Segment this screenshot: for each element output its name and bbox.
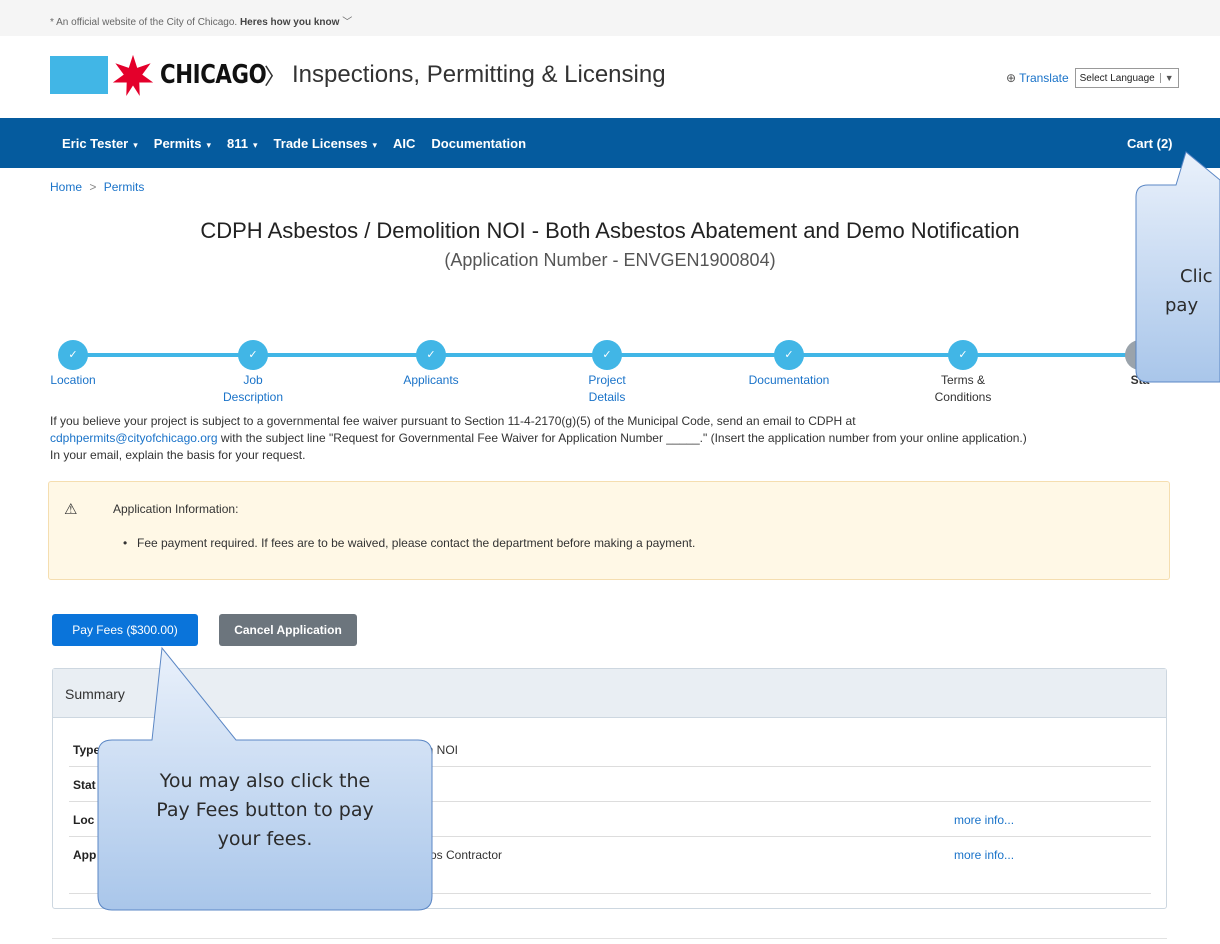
step-location[interactable]: ✓ Location	[13, 340, 133, 389]
nav-item-aic[interactable]: AIC	[393, 136, 415, 151]
official-banner: * An official website of the City of Chi…	[0, 0, 1220, 36]
nav-item-811[interactable]: 811 ▾	[227, 136, 258, 151]
page-title: CDPH Asbestos / Demolition NOI - Both As…	[200, 218, 1020, 243]
summary-panel: Summary Type tion NOI Stat Loc more info…	[52, 668, 1167, 909]
nav-item-trade-licenses[interactable]: Trade Licenses ▾	[274, 136, 377, 151]
breadcrumb-permits[interactable]: Permits	[104, 180, 145, 194]
alert-item: Fee payment required. If fees are to be …	[123, 536, 695, 550]
step-status[interactable]: Sta	[1080, 340, 1200, 389]
alert-title: Application Information:	[113, 502, 239, 516]
step-project-details[interactable]: ✓ Project Details	[547, 340, 667, 406]
how-you-know-link[interactable]: Heres how you know	[240, 17, 339, 28]
brand-separator: 〉	[264, 64, 287, 89]
application-number: (Application Number - ENVGEN1900804)	[444, 250, 776, 270]
cancel-application-button[interactable]: Cancel Application	[219, 614, 357, 646]
step-documentation[interactable]: ✓ Documentation	[729, 340, 849, 389]
check-icon: ✓	[238, 340, 268, 370]
pay-fees-button[interactable]: Pay Fees ($300.00)	[52, 614, 198, 646]
nav-item-user[interactable]: Eric Tester ▾	[62, 136, 138, 151]
nav-item-permits[interactable]: Permits ▾	[154, 136, 211, 151]
caret-down-icon: ▾	[253, 140, 258, 150]
logo-blue-square	[50, 56, 108, 94]
translate-link[interactable]: Translate	[1019, 71, 1069, 85]
summary-header: Summary	[53, 669, 1166, 718]
step-applicants[interactable]: ✓ Applicants	[371, 340, 491, 389]
brand-subtitle: Inspections, Permitting & Licensing	[292, 61, 666, 88]
translate-widget: ⊕ Translate Select Language ▼	[1006, 68, 1179, 88]
step-job-description[interactable]: ✓ Job Description	[193, 340, 313, 406]
check-icon: ✓	[416, 340, 446, 370]
summary-row-applicants: App estos Contractor more info...	[69, 837, 1151, 894]
check-icon: ✓	[948, 340, 978, 370]
caret-down-icon: ▾	[372, 140, 378, 150]
cdph-email-link[interactable]: cdphpermits@cityofchicago.org	[50, 431, 218, 445]
check-icon: ✓	[58, 340, 88, 370]
nav-menu: Eric Tester ▾ Permits ▾ 811 ▾ Trade License…	[62, 136, 542, 151]
brand-name: CHICAGO	[160, 60, 267, 90]
check-icon: ✓	[774, 340, 804, 370]
breadcrumb: Home > Permits	[50, 180, 144, 194]
site-logo[interactable]: CHICAGO 〉 Inspections, Permitting & Lice…	[50, 54, 666, 96]
applicants-more-info-link[interactable]: more info...	[954, 848, 1014, 862]
official-banner-text: * An official website of the City of Chi…	[50, 17, 353, 28]
check-icon: ✓	[592, 340, 622, 370]
main-navbar: Eric Tester ▾ Permits ▾ 811 ▾ Trade License…	[0, 118, 1220, 168]
chevron-down-icon: ﹀	[342, 17, 353, 28]
step-terms-conditions[interactable]: ✓ Terms & Conditions	[903, 340, 1023, 406]
step-pending-circle	[1125, 340, 1155, 370]
nav-item-documentation[interactable]: Documentation	[431, 136, 526, 151]
divider	[52, 938, 1167, 939]
caret-down-icon: ▾	[133, 140, 138, 150]
breadcrumb-home[interactable]: Home	[50, 180, 82, 194]
breadcrumb-separator: >	[89, 180, 97, 194]
application-info-alert: ⚠ Application Information: Fee payment r…	[48, 481, 1170, 580]
chicago-star-icon	[112, 54, 154, 96]
dropdown-arrow-icon: ▼	[1159, 73, 1174, 83]
warning-icon: ⚠	[64, 501, 78, 518]
language-select[interactable]: Select Language ▼	[1074, 68, 1179, 88]
location-more-info-link[interactable]: more info...	[954, 813, 1014, 827]
cart-link[interactable]: Cart (2)	[1127, 136, 1173, 151]
caret-down-icon: ▾	[206, 140, 212, 150]
fee-waiver-notice: If you believe your project is subject t…	[50, 414, 1027, 462]
official-star-icon: *	[50, 17, 54, 28]
summary-row-location: Loc more info...	[69, 802, 1151, 837]
globe-icon: ⊕	[1006, 71, 1017, 85]
summary-row-status: Stat	[69, 767, 1151, 802]
summary-row-type: Type tion NOI	[69, 732, 1151, 767]
